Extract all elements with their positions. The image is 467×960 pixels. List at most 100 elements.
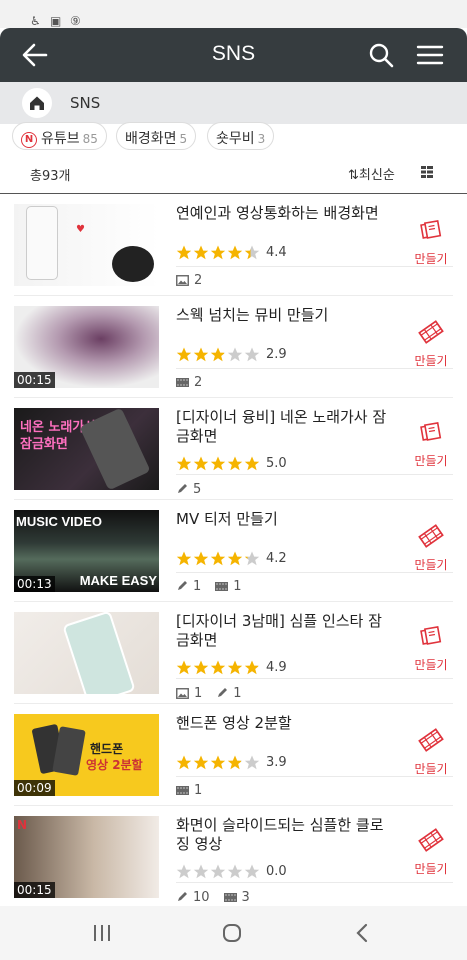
rating: 0.0 xyxy=(176,861,287,879)
meta-value: 1 xyxy=(194,783,203,798)
recent-apps-icon xyxy=(94,925,110,941)
hamburger-menu-icon xyxy=(416,45,444,65)
view-toggle-button[interactable] xyxy=(420,164,434,183)
search-button[interactable] xyxy=(362,36,400,74)
rating: 4.9 xyxy=(176,657,287,675)
make-label: 만들기 xyxy=(414,354,448,368)
chip-count: 5 xyxy=(179,132,188,146)
star-rating xyxy=(176,755,260,769)
star-icon xyxy=(227,660,243,674)
meta-value: 3 xyxy=(241,890,250,905)
divider xyxy=(176,882,453,883)
list-item[interactable]: 네온 노래가사 잠금화면 [디자이너 융비] 네온 노래가사 잠금화면 5.0 5 만들기 xyxy=(14,398,453,500)
star-icon xyxy=(193,755,209,769)
back-chevron-icon xyxy=(356,923,368,943)
list-item[interactable]: [디자이너 3남매] 심플 인스타 잠금화면 4.9 1 1 만들기 xyxy=(14,602,453,704)
make-label: 만들기 xyxy=(414,762,448,776)
star-icon xyxy=(193,660,209,674)
divider xyxy=(176,678,453,679)
star-icon xyxy=(210,660,226,674)
star-icon xyxy=(193,347,209,361)
age-rating-icon: ⑨ xyxy=(70,14,81,28)
star-icon xyxy=(210,245,226,259)
list-item[interactable]: 핸드폰 영상 2분할 00:09 핸드폰 영상 2분할 3.9 1 만들기 xyxy=(14,704,453,806)
template-title[interactable]: 연예인과 영상통화하는 배경화면 xyxy=(176,204,391,223)
list-toolbar: 총93개 ⇅최신순 xyxy=(0,152,467,194)
make-button[interactable]: 만들기 xyxy=(409,828,453,877)
divider xyxy=(176,474,453,475)
template-title[interactable]: MV 티저 만들기 xyxy=(176,510,391,529)
chip-youtube[interactable]: N 유튜브 85 xyxy=(12,122,107,150)
template-thumbnail[interactable]: 00:15 xyxy=(14,306,159,388)
star-icon xyxy=(244,456,260,470)
template-thumbnail[interactable]: ♥ xyxy=(14,204,159,286)
film-strip-icon xyxy=(418,320,444,344)
film-strip-icon xyxy=(418,728,444,752)
film-icon xyxy=(215,582,229,591)
meta-value: 1 xyxy=(193,579,202,594)
meta-count: 3 xyxy=(223,890,250,905)
star-icon xyxy=(227,245,243,259)
back-nav-button[interactable] xyxy=(342,918,382,948)
list-item[interactable]: MUSIC VIDEO MAKE EASY 00:13 MV 티저 만들기 4.2 1 1 만… xyxy=(14,500,453,602)
menu-button[interactable] xyxy=(411,36,449,74)
star-icon xyxy=(210,755,226,769)
template-thumbnail[interactable]: 핸드폰 영상 2분할 00:09 xyxy=(14,714,159,796)
sort-button[interactable]: ⇅최신순 xyxy=(348,164,395,183)
list-item[interactable]: N 00:15 화면이 슬라이드되는 심플한 클로징 영상 0.0 10 3 만들기 xyxy=(14,806,453,908)
rating: 4.2 xyxy=(176,548,287,566)
template-title[interactable]: 화면이 슬라이드되는 심플한 클로징 영상 xyxy=(176,816,391,854)
breadcrumb-label: SNS xyxy=(70,94,101,112)
list-view-icon xyxy=(421,166,433,178)
template-icon xyxy=(420,421,442,441)
make-button[interactable]: 만들기 xyxy=(409,728,453,777)
make-button[interactable]: 만들기 xyxy=(409,524,453,573)
chip-short-movie[interactable]: 숏무비 3 xyxy=(207,122,275,150)
item-meta: 2 xyxy=(176,273,216,289)
template-title[interactable]: 스웩 넘치는 뮤비 만들기 xyxy=(176,306,391,325)
chip-wallpaper[interactable]: 배경화면 5 xyxy=(116,122,197,150)
chip-label: 배경화면 xyxy=(125,131,177,147)
template-title[interactable]: 핸드폰 영상 2분할 xyxy=(176,714,391,733)
make-button[interactable]: 만들기 xyxy=(409,420,453,469)
chip-count: 85 xyxy=(82,132,98,146)
star-rating xyxy=(176,551,260,565)
rating: 2.9 xyxy=(176,344,287,362)
star-icon xyxy=(227,551,243,565)
rating-value: 3.9 xyxy=(266,755,287,770)
make-label: 만들기 xyxy=(414,454,448,468)
star-icon xyxy=(193,864,209,878)
star-icon xyxy=(176,245,192,259)
thumb-caption: 핸드폰 xyxy=(90,742,124,756)
rating: 4.4 xyxy=(176,242,287,260)
template-thumbnail[interactable]: MUSIC VIDEO MAKE EASY 00:13 xyxy=(14,510,159,592)
meta-value: 1 xyxy=(194,686,203,701)
home-button[interactable] xyxy=(22,88,52,118)
star-icon xyxy=(244,551,260,565)
template-thumbnail[interactable] xyxy=(14,612,159,694)
make-label: 만들기 xyxy=(414,252,448,266)
template-title[interactable]: [디자이너 3남매] 심플 인스타 잠금화면 xyxy=(176,612,391,650)
meta-count: 1 xyxy=(215,579,242,594)
sort-arrows-icon: ⇅ xyxy=(348,168,359,183)
list-item[interactable]: ♥ 연예인과 영상통화하는 배경화면 4.4 2 만들기 xyxy=(14,194,453,296)
list-item[interactable]: 00:15 스웩 넘치는 뮤비 만들기 2.9 2 만들기 xyxy=(14,296,453,398)
star-icon xyxy=(227,347,243,361)
recent-apps-button[interactable] xyxy=(82,918,122,948)
template-thumbnail[interactable]: 네온 노래가사 잠금화면 xyxy=(14,408,159,490)
app-bar: SNS xyxy=(0,28,467,82)
category-chips: N 유튜브 85 배경화면 5 숏무비 3 xyxy=(0,120,467,152)
make-button[interactable]: 만들기 xyxy=(409,624,453,673)
star-icon xyxy=(176,456,192,470)
star-icon xyxy=(176,755,192,769)
make-button[interactable]: 만들기 xyxy=(409,218,453,267)
template-title[interactable]: [디자이너 융비] 네온 노래가사 잠금화면 xyxy=(176,408,391,446)
rating-value: 4.4 xyxy=(266,245,287,260)
meta-value: 10 xyxy=(193,890,210,905)
rating: 5.0 xyxy=(176,453,287,471)
star-icon xyxy=(244,755,260,769)
make-button[interactable]: 만들기 xyxy=(409,320,453,369)
make-label: 만들기 xyxy=(414,862,448,876)
template-thumbnail[interactable]: N 00:15 xyxy=(14,816,159,898)
home-nav-button[interactable] xyxy=(212,918,252,948)
